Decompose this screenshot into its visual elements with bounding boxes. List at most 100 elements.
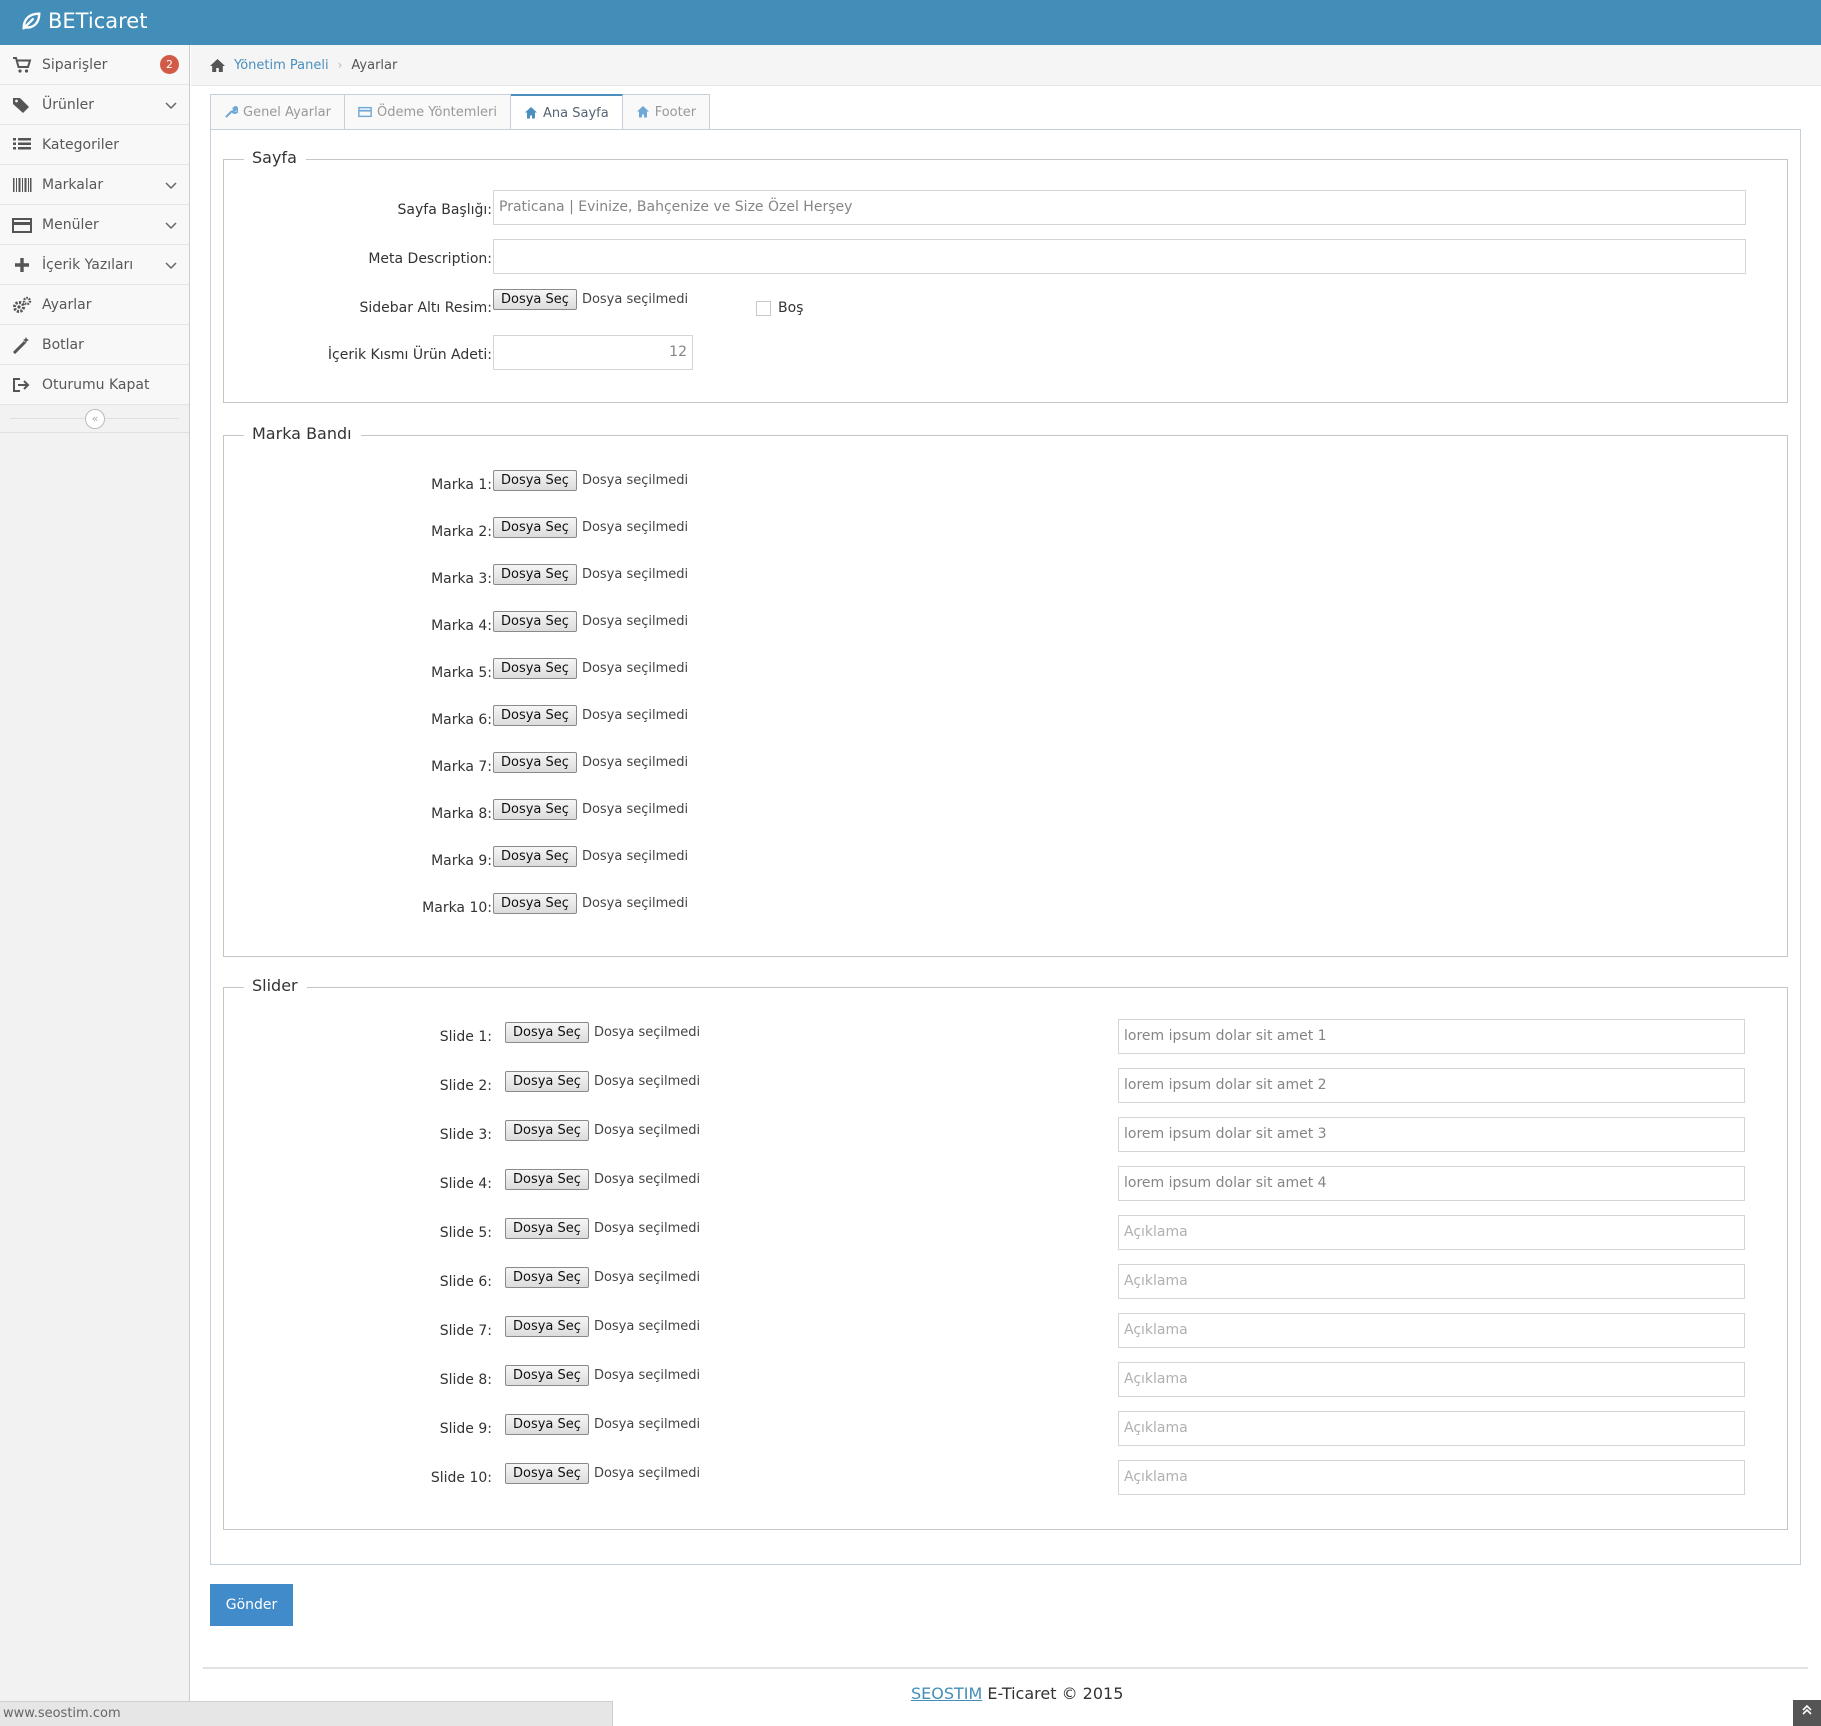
sidebar-item-label: Siparişler — [42, 56, 108, 73]
sidebar-item-products[interactable]: Ürünler — [0, 85, 189, 125]
tab-footer[interactable]: Footer — [622, 94, 711, 130]
orders-count-badge: 2 — [160, 55, 179, 74]
slide-caption-input[interactable]: lorem ipsum dolar sit amet 3 — [1118, 1117, 1745, 1152]
slide-caption-input[interactable]: Açıklama — [1118, 1362, 1745, 1397]
empty-checkbox[interactable]: Boş — [756, 300, 803, 316]
choose-file-button[interactable]: Dosya Seç — [493, 658, 577, 679]
footer-copyright: E-Ticaret © 2015 — [982, 1684, 1124, 1703]
sidebar: Siparişler 2 Ürünler Kategoriler Markala… — [0, 45, 190, 1726]
choose-file-button[interactable]: Dosya Seç — [505, 1022, 589, 1043]
brand-file-input[interactable]: Dosya Seç Dosya seçilmedi — [493, 564, 688, 585]
choose-file-button[interactable]: Dosya Seç — [493, 846, 577, 867]
choose-file-button[interactable]: Dosya Seç — [505, 1218, 589, 1239]
brand-name: BETicaret — [48, 9, 148, 33]
slide-caption-input[interactable]: Açıklama — [1118, 1215, 1745, 1250]
breadcrumb-home-link[interactable]: Yönetim Paneli — [234, 58, 329, 73]
slide-file-input[interactable]: Dosya Seç Dosya seçilmedi — [505, 1463, 700, 1484]
file-status: Dosya seçilmedi — [593, 1172, 701, 1187]
choose-file-button[interactable]: Dosya Seç — [493, 752, 577, 773]
sidebar-item-brands[interactable]: Markalar — [0, 165, 189, 205]
slide-file-input[interactable]: Dosya Seç Dosya seçilmedi — [505, 1316, 700, 1337]
brand-file-input[interactable]: Dosya Seç Dosya seçilmedi — [493, 705, 688, 726]
choose-file-button[interactable]: Dosya Seç — [505, 1365, 589, 1386]
slide-file-input[interactable]: Dosya Seç Dosya seçilmedi — [505, 1218, 700, 1239]
choose-file-button[interactable]: Dosya Seç — [505, 1071, 589, 1092]
choose-file-button[interactable]: Dosya Seç — [505, 1267, 589, 1288]
file-status: Dosya seçilmedi — [581, 802, 689, 817]
sidebar-item-content[interactable]: İçerik Yazıları — [0, 245, 189, 285]
choose-file-button[interactable]: Dosya Seç — [493, 705, 577, 726]
brand-file-input[interactable]: Dosya Seç Dosya seçilmedi — [493, 611, 688, 632]
footer-company-link[interactable]: SEOSTIM — [911, 1684, 982, 1703]
choose-file-button[interactable]: Dosya Seç — [493, 564, 577, 585]
scroll-to-top-button[interactable] — [1793, 1700, 1821, 1726]
magic-wand-icon — [12, 337, 29, 354]
choose-file-button[interactable]: Dosya Seç — [493, 799, 577, 820]
file-status: Dosya seçilmedi — [581, 567, 689, 582]
file-status: Dosya seçilmedi — [593, 1417, 701, 1432]
sidebar-item-bots[interactable]: Botlar — [0, 325, 189, 365]
slide-file-input[interactable]: Dosya Seç Dosya seçilmedi — [505, 1414, 700, 1435]
choose-file-button[interactable]: Dosya Seç — [505, 1414, 589, 1435]
file-status: Dosya seçilmedi — [593, 1368, 701, 1383]
slide-caption-input[interactable]: Açıklama — [1118, 1411, 1745, 1446]
meta-description-input[interactable] — [493, 239, 1746, 274]
slide-label: Slide 2: — [439, 1078, 492, 1094]
choose-file-button[interactable]: Dosya Seç — [505, 1316, 589, 1337]
slide-file-input[interactable]: Dosya Seç Dosya seçilmedi — [505, 1022, 700, 1043]
brand-label: Marka 2: — [431, 524, 492, 540]
slide-file-input[interactable]: Dosya Seç Dosya seçilmedi — [505, 1120, 700, 1141]
sidebar-item-settings[interactable]: Ayarlar — [0, 285, 189, 325]
page-title-input[interactable]: Praticana | Evinize, Bahçenize ve Size Ö… — [493, 190, 1746, 225]
slide-file-input[interactable]: Dosya Seç Dosya seçilmedi — [505, 1071, 700, 1092]
slide-file-input[interactable]: Dosya Seç Dosya seçilmedi — [505, 1267, 700, 1288]
fieldset-legend: Marka Bandı — [244, 424, 361, 443]
choose-file-button[interactable]: Dosya Seç — [493, 611, 577, 632]
checkbox[interactable] — [756, 300, 771, 316]
brand-file-input[interactable]: Dosya Seç Dosya seçilmedi — [493, 470, 688, 491]
submit-button[interactable]: Gönder — [210, 1584, 293, 1626]
brand-file-input[interactable]: Dosya Seç Dosya seçilmedi — [493, 517, 688, 538]
slide-label: Slide 5: — [439, 1225, 492, 1241]
shopping-cart-icon — [13, 57, 32, 73]
choose-file-button[interactable]: Dosya Seç — [493, 289, 577, 310]
slide-file-input[interactable]: Dosya Seç Dosya seçilmedi — [505, 1169, 700, 1190]
brand-file-input[interactable]: Dosya Seç Dosya seçilmedi — [493, 752, 688, 773]
brand[interactable]: BETicaret — [20, 9, 147, 33]
fieldset-legend: Slider — [244, 976, 307, 995]
tab-payment-methods[interactable]: Ödeme Yöntemleri — [345, 94, 512, 130]
tab-general-settings[interactable]: Genel Ayarlar — [210, 94, 345, 130]
choose-file-button[interactable]: Dosya Seç — [493, 893, 577, 914]
choose-file-button[interactable]: Dosya Seç — [505, 1463, 589, 1484]
slide-caption-input[interactable]: Açıklama — [1118, 1264, 1745, 1299]
sidebar-item-logout[interactable]: Oturumu Kapat — [0, 365, 189, 405]
credit-card-icon — [12, 218, 32, 233]
file-status: Dosya seçilmedi — [581, 708, 689, 723]
sidebar-item-menus[interactable]: Menüler — [0, 205, 189, 245]
slide-caption-input[interactable]: lorem ipsum dolar sit amet 4 — [1118, 1166, 1745, 1201]
product-count-label: İçerik Kısmı Ürün Adeti: — [327, 347, 492, 363]
page-title-label: Sayfa Başlığı: — [397, 202, 492, 218]
brand-file-input[interactable]: Dosya Seç Dosya seçilmedi — [493, 799, 688, 820]
slide-label: Slide 3: — [439, 1127, 492, 1143]
sidebar-image-file-input[interactable]: Dosya Seç Dosya seçilmedi — [493, 289, 688, 310]
tab-home-page[interactable]: Ana Sayfa — [511, 94, 623, 131]
sidebar-item-orders[interactable]: Siparişler 2 — [0, 45, 189, 85]
slide-caption-input[interactable]: Açıklama — [1118, 1460, 1745, 1495]
slide-caption-input[interactable]: lorem ipsum dolar sit amet 2 — [1118, 1068, 1745, 1103]
choose-file-button[interactable]: Dosya Seç — [493, 517, 577, 538]
choose-file-button[interactable]: Dosya Seç — [505, 1169, 589, 1190]
sidebar-collapse-button[interactable]: « — [85, 409, 105, 429]
sidebar-item-categories[interactable]: Kategoriler — [0, 125, 189, 165]
brand-file-input[interactable]: Dosya Seç Dosya seçilmedi — [493, 658, 688, 679]
slide-file-input[interactable]: Dosya Seç Dosya seçilmedi — [505, 1365, 700, 1386]
choose-file-button[interactable]: Dosya Seç — [493, 470, 577, 491]
choose-file-button[interactable]: Dosya Seç — [505, 1120, 589, 1141]
slide-caption-input[interactable]: Açıklama — [1118, 1313, 1745, 1348]
chevron-down-icon — [165, 222, 177, 230]
slide-caption-input[interactable]: lorem ipsum dolar sit amet 1 — [1118, 1019, 1745, 1054]
product-count-input[interactable]: 12 — [493, 335, 693, 370]
brand-file-input[interactable]: Dosya Seç Dosya seçilmedi — [493, 893, 688, 914]
brand-file-input[interactable]: Dosya Seç Dosya seçilmedi — [493, 846, 688, 867]
sidebar-item-label: Markalar — [42, 176, 104, 193]
